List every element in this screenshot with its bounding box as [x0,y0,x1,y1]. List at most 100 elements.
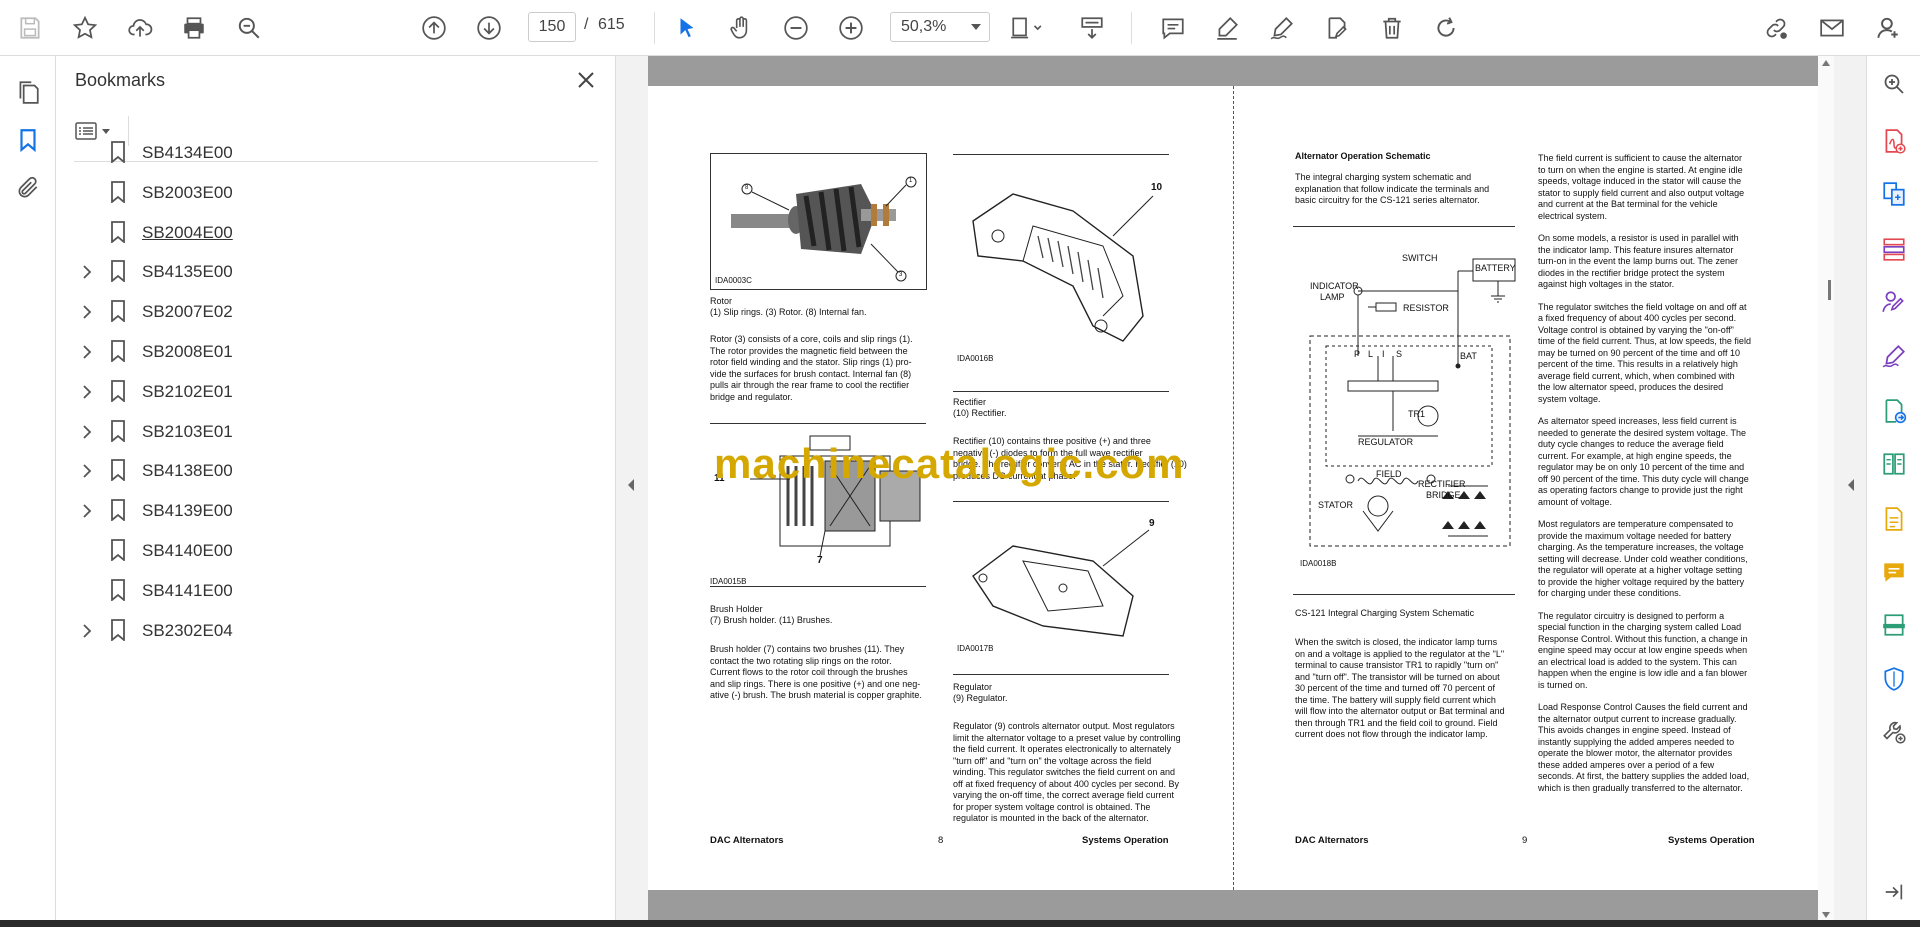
figure-legend: (10) Rectifier. [953,408,1007,418]
attachment-paperclip-icon[interactable] [10,170,46,206]
text-line: the field current. It operates electroni… [953,744,1172,754]
watermark-text: machinecatalogic.com [714,440,1185,487]
scroll-down-arrow[interactable] [1822,912,1830,918]
text-line: terminal to cause transistor TR1 to rapi… [1295,660,1499,670]
save-icon[interactable] [12,10,48,46]
email-icon[interactable] [1814,10,1850,46]
share-link-icon[interactable] [1758,10,1794,46]
chevron-right-icon[interactable] [76,261,98,283]
chevron-right-icon[interactable] [76,620,98,642]
bookmark-ribbon-icon [110,419,128,444]
request-signatures-icon[interactable] [1876,284,1912,320]
comment-icon[interactable] [1155,10,1191,46]
highlight-pen-icon[interactable] [1209,10,1245,46]
upload-cloud-icon[interactable] [122,10,158,46]
scroll-up-arrow[interactable] [1822,60,1830,66]
export-pdf-icon[interactable] [1876,393,1912,429]
compare-files-icon[interactable] [1876,446,1912,482]
hand-tool-icon[interactable] [723,10,759,46]
zoom-tool-icon[interactable] [1876,66,1912,102]
bookmark-item[interactable]: SB2008E01 [74,333,594,371]
bookmark-item[interactable]: SB4138E00 [74,452,594,490]
previous-page-icon[interactable] [416,10,452,46]
bookmark-item[interactable]: SB4139E00 [74,492,594,530]
zoom-out-icon[interactable] [778,10,814,46]
paragraph: Most regulators are temperature compensa… [1538,519,1778,600]
bookmark-item[interactable]: SB2102E01 [74,373,594,411]
expand-tools-icon[interactable] [1846,478,1856,497]
vertical-scrollbar[interactable] [1818,56,1834,927]
chevron-right-icon[interactable] [76,421,98,443]
protect-shield-icon[interactable] [1876,661,1912,697]
scroll-mode-icon[interactable] [1074,10,1110,46]
more-tools-icon[interactable] [1876,714,1912,750]
next-page-icon[interactable] [471,10,507,46]
page-separator: / [584,16,589,33]
bookmark-item[interactable]: SB4134E00 [74,134,594,172]
organize-pages-icon[interactable] [1876,231,1912,267]
bookmark-ribbon-icon [110,180,128,205]
text-line: happen when the engine is low idle and a… [1538,668,1748,678]
text-line: amount of voltage. [1538,496,1613,507]
print-icon[interactable] [176,10,212,46]
bookmark-item[interactable]: SB2103E01 [74,413,594,451]
bookmark-item[interactable]: SB4141E00 [74,572,594,610]
chevron-right-icon[interactable] [76,301,98,323]
comment-tool-icon[interactable] [1876,554,1912,590]
zoom-in-icon[interactable] [833,10,869,46]
bookmark-ribbon-icon [110,141,128,165]
bookmark-item[interactable]: SB2302E04 [74,612,594,650]
close-icon[interactable] [574,68,598,92]
bookmark-label: SB2004E00 [142,222,233,242]
bookmark-ribbon-icon [110,379,128,404]
chevron-right-icon[interactable] [76,341,98,363]
text-line: may be turned on 90 percent of the time … [1538,347,1740,358]
chevron-right-icon[interactable] [76,460,98,482]
collapse-tools-icon[interactable] [1876,874,1912,910]
select-cursor-icon[interactable] [669,10,705,46]
star-icon[interactable] [67,10,103,46]
text-line: provide the maximum voltage needed for b… [1538,530,1732,541]
text-line: the regulator will operate at a higher v… [1538,565,1743,575]
bookmark-item[interactable]: SB2004E00 [74,214,594,252]
page-number-input[interactable]: 150 [528,12,576,42]
page-fit-icon[interactable] [1002,10,1050,46]
bookmark-item[interactable]: SB2007E02 [74,293,594,331]
text-line: limit the alternator voltage to a preset… [953,732,1181,743]
combine-files-icon[interactable] [1876,176,1912,212]
zoom-level-dropdown[interactable]: 50,3% [890,12,990,42]
edit-pdf-icon[interactable] [1319,10,1355,46]
text-line: contact the two rotating slip rings on t… [710,655,892,666]
footer-left: DAC Alternators [1295,835,1369,846]
account-icon[interactable] [1870,10,1906,46]
delete-trash-icon[interactable] [1374,10,1410,46]
text-line: winding. This regulator switches the fie… [953,767,1175,777]
create-pdf-icon[interactable] [1876,123,1912,159]
redo-rotate-icon[interactable] [1428,10,1464,46]
chevron-right-icon[interactable] [76,500,98,522]
tools-rail [1866,56,1920,927]
page-thumbnails-icon[interactable] [10,74,46,110]
body-text-block: The integral charging system schematic a… [1295,172,1525,207]
scrollbar-thumb[interactable] [1828,280,1831,300]
chevron-right-icon[interactable] [76,381,98,403]
main-toolbar: 150 / 615 50,3% [0,0,1920,56]
fill-sign-icon[interactable] [1876,338,1912,374]
draw-signature-icon[interactable] [1264,10,1300,46]
section-rule [953,391,1169,392]
chevron-down-icon [102,128,110,134]
zoom-search-icon[interactable] [231,10,267,46]
bookmark-item[interactable]: SB4135E00 [74,253,594,291]
bookmark-item[interactable]: SB2003E00 [74,174,594,212]
schematic-label: FIELD [1376,469,1402,479]
text-line: bridge and regulator. [710,391,793,402]
bookmark-item[interactable]: SB4140E00 [74,532,594,570]
text-line: as operating factors change to provide j… [1538,485,1743,495]
text-line: This avoids changes in engine speed. Ins… [1538,725,1731,735]
collapse-panel-icon[interactable] [626,478,636,497]
figure-tag: IDA0003C [715,276,752,285]
paragraph: On some models, a resistor is used in pa… [1538,233,1778,291]
bookmark-panel-icon[interactable] [10,122,46,158]
scan-ocr-icon[interactable] [1876,607,1912,643]
edit-document-icon[interactable] [1876,501,1912,537]
